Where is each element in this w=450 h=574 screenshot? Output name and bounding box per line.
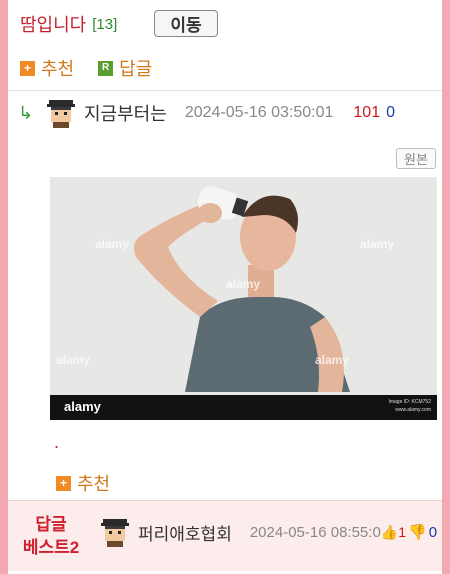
move-button[interactable]: 이동 bbox=[154, 10, 218, 37]
thumbs-down-icon[interactable]: 👎 bbox=[408, 523, 427, 541]
best-reply-label: 답글 베스트2 bbox=[18, 513, 84, 559]
page: 땀입니다 [13] 이동 + 추천 R 답글 ↳ 지금부터는 2024-05-1… bbox=[8, 0, 442, 574]
best-upvote-count: 1 bbox=[398, 524, 407, 540]
plus-icon: + bbox=[20, 60, 35, 76]
watermark-3: alamy bbox=[226, 277, 261, 291]
avatar[interactable] bbox=[100, 517, 130, 547]
comment-recommend: + 추천 bbox=[56, 470, 110, 496]
watermark-2: alamy bbox=[360, 237, 395, 251]
best-label-line2: 베스트2 bbox=[22, 538, 80, 557]
best-label-line1: 답글 bbox=[35, 515, 67, 534]
best-nickname[interactable]: 퍼리애호협회 bbox=[138, 520, 232, 545]
best-reply-header: 퍼리애호협회 2024-05-16 08:55:0 👍 1 👎 0 bbox=[100, 516, 440, 548]
original-image-button[interactable]: 원본 bbox=[396, 148, 436, 169]
watermark-4: alamy bbox=[56, 353, 91, 367]
reply-r-icon: R bbox=[98, 60, 114, 76]
man-drinking-photo bbox=[50, 177, 437, 420]
post-actions: + 추천 R 답글 bbox=[20, 55, 152, 81]
comment-header: ↳ 지금부터는 2024-05-16 03:50:01 101 0 bbox=[18, 97, 438, 129]
comment-image[interactable]: alamy Image ID: KCM752 www.alamy.com ala… bbox=[50, 177, 437, 420]
pixel-avatar-icon bbox=[47, 100, 75, 128]
board-title-row: 땀입니다 [13] bbox=[20, 9, 117, 39]
comment-nickname[interactable]: 지금부터는 bbox=[84, 100, 167, 126]
avatar[interactable] bbox=[46, 98, 76, 128]
comment-body: . bbox=[54, 432, 60, 452]
image-site-text: www.alamy.com bbox=[395, 407, 431, 413]
comment-recommend-button[interactable]: 추천 bbox=[77, 470, 110, 496]
watermark-bottom: alamy bbox=[64, 399, 101, 414]
best-date: 2024-05-16 08:55:0 bbox=[249, 523, 381, 541]
best-reply-section: 답글 베스트2 퍼리애호협회 2024-05-16 08:55:0 👍 1 👎 bbox=[8, 500, 442, 571]
recommend-button[interactable]: 추천 bbox=[41, 55, 74, 81]
comment-count: [13] bbox=[92, 15, 118, 33]
board-title[interactable]: 땀입니다 bbox=[20, 11, 86, 37]
image-id-text: Image ID: KCM752 bbox=[388, 399, 431, 405]
comment-date: 2024-05-16 03:50:01 bbox=[184, 104, 334, 121]
upvote-count: 101 bbox=[353, 104, 381, 121]
plus-icon: + bbox=[56, 475, 71, 491]
thumbs-up-icon[interactable]: 👍 bbox=[381, 524, 398, 541]
pixel-avatar-icon bbox=[101, 519, 129, 547]
downvote-count: 0 bbox=[386, 104, 395, 121]
reply-button[interactable]: 답글 bbox=[119, 55, 152, 81]
divider bbox=[8, 90, 442, 91]
reply-arrow-icon: ↳ bbox=[18, 102, 34, 123]
watermark-1: alamy bbox=[95, 237, 130, 251]
best-downvote-count: 0 bbox=[428, 523, 438, 541]
watermark-5: alamy bbox=[315, 353, 350, 367]
